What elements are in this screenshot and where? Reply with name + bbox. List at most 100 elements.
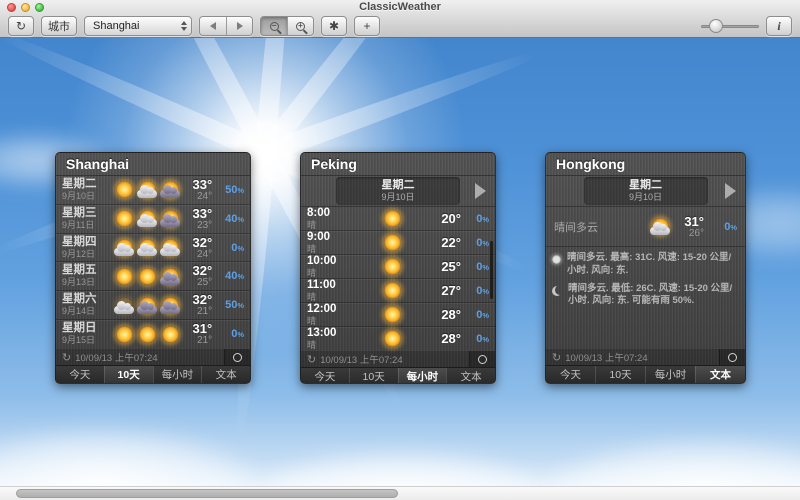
selector-day: 星期二 bbox=[584, 178, 708, 192]
weather-icon-cell bbox=[355, 209, 429, 228]
condition-label: 晴 bbox=[307, 220, 355, 230]
opacity-slider[interactable] bbox=[701, 16, 759, 36]
day-selector-button[interactable]: 星期二9月10日 bbox=[336, 177, 460, 205]
tab-text[interactable]: 文本 bbox=[201, 366, 250, 383]
minimize-button[interactable] bbox=[21, 3, 30, 12]
time-label: 9:00 bbox=[307, 231, 355, 244]
time-column: 13:00晴 bbox=[307, 327, 355, 350]
status-button[interactable] bbox=[469, 351, 495, 367]
day-forecast-text-row: 晴间多云. 最高: 31C. 风速: 15-20 公里/小时. 风向: 东. bbox=[546, 247, 745, 278]
zoom-in-icon: + bbox=[296, 22, 305, 31]
high-temp: 33° bbox=[185, 178, 212, 191]
high-temp: 32° bbox=[185, 264, 212, 277]
info-button[interactable]: i bbox=[766, 16, 792, 36]
day-column: 星期四9月12日 bbox=[62, 236, 110, 260]
day-selector-button[interactable]: 星期二9月10日 bbox=[584, 177, 708, 205]
temps-column: 33°23° bbox=[185, 207, 212, 231]
app-window: ClassicWeather ↻ 城市 Shanghai − + bbox=[0, 0, 800, 500]
current-condition-label: 晴间多云 bbox=[554, 219, 649, 235]
zoom-out-button[interactable]: − bbox=[261, 17, 287, 35]
weekday-label: 星期三 bbox=[62, 207, 110, 220]
refresh-icon[interactable]: ↻ bbox=[62, 351, 71, 364]
add-city-button[interactable]: + bbox=[354, 16, 380, 36]
sun-icon bbox=[113, 267, 136, 286]
cloudy-icon bbox=[159, 267, 182, 286]
tab-today[interactable]: 今天 bbox=[56, 366, 104, 383]
panel-title: Peking bbox=[301, 153, 495, 176]
day-selector: 星期二9月10日 bbox=[301, 176, 495, 207]
nav-segmented-control bbox=[199, 16, 253, 36]
refresh-icon[interactable]: ↻ bbox=[552, 351, 561, 364]
sun-icon bbox=[113, 325, 136, 344]
percent-sign: % bbox=[482, 287, 489, 296]
weather-icons bbox=[110, 180, 185, 199]
low-temp: 24° bbox=[185, 191, 212, 202]
close-button[interactable] bbox=[7, 3, 16, 12]
refresh-button[interactable]: ↻ bbox=[8, 16, 34, 36]
weekday-label: 星期五 bbox=[62, 264, 110, 277]
forward-button[interactable] bbox=[226, 17, 252, 35]
weekday-label: 星期日 bbox=[62, 322, 110, 335]
status-button[interactable] bbox=[224, 349, 250, 365]
temps-column: 32°21° bbox=[185, 293, 212, 317]
sun-icon bbox=[381, 329, 404, 348]
night-forecast-text-row: 晴间多云. 最低: 26C. 风速: 15-20 公里/小时. 风向: 东. 可… bbox=[546, 278, 745, 309]
cloud-only-icon bbox=[113, 296, 136, 315]
precip-percent: 50% bbox=[212, 184, 244, 196]
panel-tab-bar: 今天10天每小时文本 bbox=[301, 367, 495, 384]
next-day-arrow-icon[interactable] bbox=[725, 183, 736, 199]
hour-temp: 28° bbox=[429, 331, 461, 346]
zoom-in-button[interactable]: + bbox=[287, 17, 313, 35]
back-icon bbox=[210, 22, 216, 30]
panel-title: Hongkong bbox=[546, 153, 745, 176]
tab-today[interactable]: 今天 bbox=[301, 368, 349, 384]
panel-tab-bar: 今天10天每小时文本 bbox=[546, 365, 745, 383]
cloud bbox=[250, 448, 550, 486]
text-forecast-body: 晴间多云. 最高: 31C. 风速: 15-20 公里/小时. 风向: 东.晴间… bbox=[546, 247, 745, 348]
date-label: 9月10日 bbox=[62, 191, 110, 202]
back-button[interactable] bbox=[200, 17, 226, 35]
tab-hourly[interactable]: 每小时 bbox=[645, 366, 695, 383]
info-icon: i bbox=[777, 19, 780, 34]
weekday-label: 星期六 bbox=[62, 293, 110, 306]
percent-sign: % bbox=[237, 330, 244, 339]
titlebar: ClassicWeather bbox=[0, 0, 800, 14]
sun-icon bbox=[381, 305, 404, 324]
zoom-window-button[interactable] bbox=[35, 3, 44, 12]
hourly-row: 8:00晴20°0% bbox=[301, 207, 495, 230]
horizontal-scrollbar[interactable] bbox=[0, 486, 800, 500]
tab-text[interactable]: 文本 bbox=[446, 368, 495, 384]
sun-icon bbox=[381, 209, 404, 228]
city-button[interactable]: 城市 bbox=[41, 16, 77, 36]
tab-hourly[interactable]: 每小时 bbox=[398, 368, 447, 384]
tab-tenday[interactable]: 10天 bbox=[595, 366, 645, 383]
settings-button[interactable]: ✱ bbox=[321, 16, 347, 36]
weather-icon-cell bbox=[355, 305, 429, 324]
tab-text[interactable]: 文本 bbox=[695, 366, 745, 383]
refresh-icon[interactable]: ↻ bbox=[307, 353, 316, 366]
status-circle-icon bbox=[233, 353, 242, 362]
condition-label: 晴 bbox=[307, 316, 355, 326]
vertical-scrollbar-thumb[interactable] bbox=[489, 240, 494, 300]
cloud bbox=[0, 428, 260, 486]
gear-icon: ✱ bbox=[329, 19, 339, 33]
city-select-value: Shanghai bbox=[93, 20, 181, 32]
low-temp: 24° bbox=[185, 249, 212, 260]
tab-hourly[interactable]: 每小时 bbox=[153, 366, 202, 383]
precip-percent: 0% bbox=[461, 333, 489, 345]
weather-icon-cell bbox=[355, 281, 429, 300]
tab-tenday[interactable]: 10天 bbox=[349, 368, 398, 384]
forecast-row: 星期五9月13日32°25°40% bbox=[56, 261, 250, 290]
slider-knob[interactable] bbox=[709, 19, 723, 33]
panel-title: Shanghai bbox=[56, 153, 250, 176]
low-temp: 26° bbox=[672, 228, 704, 239]
next-day-arrow-icon[interactable] bbox=[475, 183, 486, 199]
tab-today[interactable]: 今天 bbox=[546, 366, 595, 383]
city-select[interactable]: Shanghai bbox=[84, 16, 192, 36]
tab-tenday[interactable]: 10天 bbox=[104, 366, 153, 383]
horizontal-scrollbar-thumb[interactable] bbox=[16, 489, 398, 498]
desktop-area: Shanghai星期二9月10日33°24°50%星期三9月11日33°23°4… bbox=[0, 38, 800, 486]
zoom-segmented-control: − + bbox=[260, 16, 314, 36]
low-temp: 25° bbox=[185, 277, 212, 288]
status-button[interactable] bbox=[719, 349, 745, 365]
